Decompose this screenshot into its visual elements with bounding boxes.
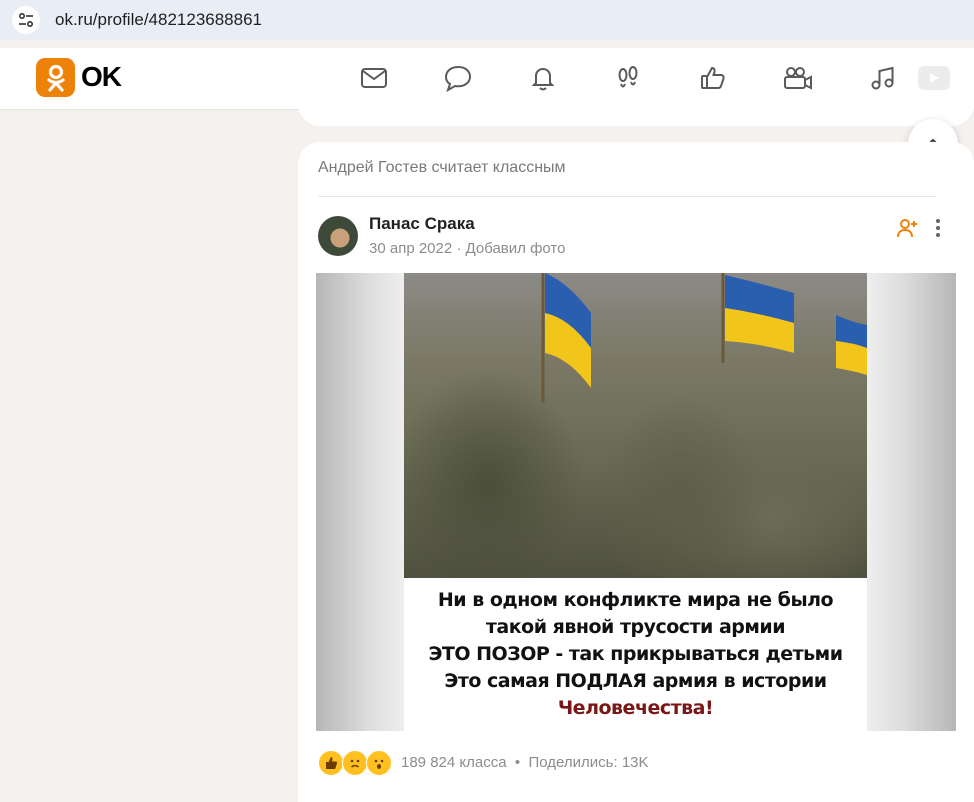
divider <box>318 196 936 197</box>
author-avatar[interactable] <box>318 216 358 256</box>
caption-line: ЭТО ПОЗОР - так прикрываться детьми <box>428 643 843 665</box>
video-camera-icon[interactable] <box>782 62 814 94</box>
reaction-stats: 189 824 класса • Поделились: 13K <box>401 754 649 771</box>
url-text[interactable]: ok.ru/profile/482123688861 <box>55 10 262 30</box>
caption-line: такой явной трусости армии <box>485 616 786 638</box>
video-icon[interactable] <box>918 66 950 90</box>
soldiers-photo <box>404 273 867 578</box>
image-caption: Ни в одном конфликте мира не было такой … <box>404 578 867 731</box>
shares-count[interactable]: Поделились: 13K <box>529 754 649 771</box>
author-name[interactable]: Панас Срака <box>369 214 475 234</box>
bell-icon[interactable] <box>527 62 559 94</box>
surprised-face-icon <box>366 750 392 776</box>
more-options-icon[interactable] <box>928 216 948 240</box>
likes-count[interactable]: 189 824 класса <box>401 754 507 771</box>
liked-by-text[interactable]: Андрей Гостев считает классным <box>318 159 566 177</box>
meta-separator: · <box>456 240 462 257</box>
music-icon[interactable] <box>867 62 899 94</box>
address-bar[interactable]: ok.ru/profile/482123688861 <box>0 0 974 40</box>
caption-line: Это самая ПОДЛАЯ армия в истории <box>444 670 827 692</box>
stats-separator: • <box>514 754 521 771</box>
site-settings-icon[interactable] <box>12 6 40 34</box>
like-icon[interactable] <box>697 62 729 94</box>
feed-post-card: Андрей Гостев считает классным Панас Сра… <box>298 142 974 802</box>
thumbs-up-icon <box>318 750 344 776</box>
sad-face-icon <box>342 750 368 776</box>
caption-line: Человечества! <box>557 697 714 719</box>
footprints-icon[interactable] <box>612 62 644 94</box>
post-date[interactable]: 30 апр 2022 <box>369 240 452 257</box>
post-image[interactable]: Ни в одном конфликте мира не было такой … <box>316 273 956 731</box>
mail-icon[interactable] <box>358 62 390 94</box>
add-friend-icon[interactable] <box>895 216 919 240</box>
logo-text[interactable]: OK <box>81 61 122 93</box>
caption-line: Ни в одном конфликте мира не было <box>437 589 834 611</box>
reactions-group[interactable] <box>318 749 392 777</box>
chat-icon[interactable] <box>442 62 474 94</box>
post-meta: 30 апр 2022 · Добавил фото <box>369 240 565 257</box>
previous-post-card <box>298 96 974 126</box>
post-action: Добавил фото <box>465 240 566 257</box>
ok-logo-icon[interactable] <box>36 58 75 97</box>
